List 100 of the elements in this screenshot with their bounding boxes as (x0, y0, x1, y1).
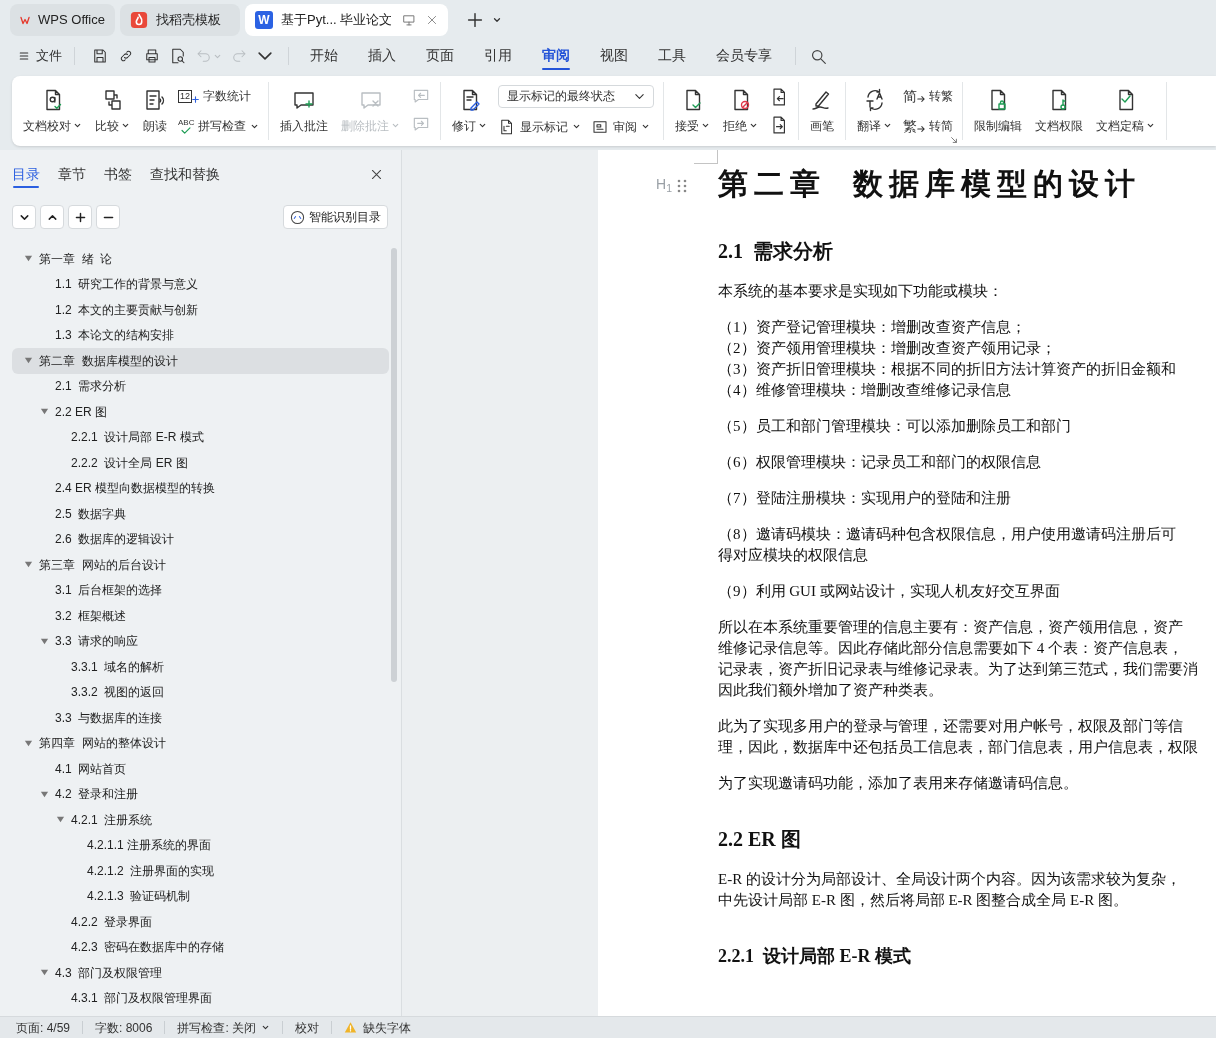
outline-item[interactable]: 第四章 网站的整体设计 (12, 730, 389, 756)
ribbon-button[interactable]: 限制编辑 (972, 87, 1025, 135)
ribbon-button[interactable]: 朗读 (141, 87, 169, 135)
outline-item[interactable]: 3.3.1 域名的解析 (12, 654, 389, 680)
redo-icon (230, 47, 248, 65)
monitor-icon[interactable] (402, 13, 416, 27)
expand-triangle-icon[interactable] (40, 789, 49, 799)
outline-item[interactable]: 3.3 与数据库的连接 (12, 705, 389, 731)
menu-tab[interactable]: 开始 (295, 40, 353, 72)
ribbon-button[interactable]: 画笔 (808, 87, 837, 135)
close-icon[interactable] (370, 167, 383, 181)
outline-item[interactable]: 1.3 本论文的结构安排 (12, 322, 389, 348)
pane-tab[interactable]: 查找和替换 (150, 160, 220, 188)
toolbar-button[interactable] (91, 47, 109, 65)
window-tab[interactable]: W 基于Pyt... 毕业论文 (245, 4, 448, 36)
ribbon-button[interactable]: 文档权限 (1033, 87, 1086, 135)
outline-item[interactable]: 4.2.3 密码在数据库中的存储 (12, 934, 389, 960)
expand-triangle-icon[interactable] (24, 356, 33, 366)
outline-item[interactable]: 2.6 数据库的逻辑设计 (12, 526, 389, 552)
ribbon-button[interactable]: 修订 (450, 87, 490, 135)
outline-item[interactable]: 4.2.2 登录界面 (12, 909, 389, 935)
menu-tab[interactable]: 工具 (643, 40, 701, 72)
outline-item[interactable]: 1.2 本文的主要贡献与创新 (12, 297, 389, 323)
outline-item[interactable]: 1.1 研究工作的背景与意义 (12, 271, 389, 297)
toolbar-button[interactable] (256, 51, 274, 61)
plus-icon[interactable] (467, 12, 483, 28)
outline-item[interactable]: 4.2.1 注册系统 (12, 807, 389, 833)
toolbar-button[interactable] (143, 47, 161, 65)
chapter-title: 第二章 数据库模型的设计 (718, 166, 1141, 202)
outline-item[interactable]: 4.3 部门及权限管理 (12, 960, 389, 986)
menu-tab[interactable]: 视图 (585, 40, 643, 72)
outline-item[interactable]: 3.2 框架概述 (12, 603, 389, 629)
outline-item[interactable]: 2.4 ER 模型向数据模型的转换 (12, 475, 389, 501)
launcher-icon[interactable] (950, 136, 959, 144)
paragraph-line: E-R 的设计分为局部设计、全局设计两个内容。因为该需求较为复杂， (718, 870, 1181, 889)
paragraph-line: （3）资产折旧管理模块：根据不同的折旧方法计算资产的折旧金额和 (718, 360, 1176, 379)
outline-item[interactable]: 2.2 ER 图 (12, 399, 389, 425)
outline-item[interactable]: 第二章 数据库模型的设计 (12, 348, 389, 374)
ribbon-button[interactable]: 接受 (673, 87, 713, 135)
window-tab[interactable]: 找稻壳模板 (120, 4, 240, 36)
outline-item[interactable]: 第三章 网站的后台设计 (12, 552, 389, 578)
outline-item[interactable]: 2.2.1 设计局部 E-R 模式 (12, 424, 389, 450)
expand-triangle-icon[interactable] (40, 407, 49, 417)
add-button[interactable] (68, 205, 92, 229)
outline-item[interactable]: 2.5 数据字典 (12, 501, 389, 527)
markup-dropdown[interactable]: 显示标记的最终状态 (498, 84, 655, 108)
menu-tab[interactable]: 页面 (411, 40, 469, 72)
ribbon-button[interactable]: 翻译 (855, 87, 895, 135)
outline-item[interactable]: 3.3.2 视图的返回 (12, 679, 389, 705)
window-tab[interactable]: WPS Office (10, 4, 115, 36)
ribbon-button[interactable]: ABC 拼写检查 (178, 115, 260, 137)
expand-button[interactable] (40, 205, 64, 229)
outline-item[interactable]: 2.2.2 设计全局 ER 图 (12, 450, 389, 476)
app-icon: W (255, 11, 273, 29)
smart-toc-button[interactable]: 智能识别目录 (283, 205, 388, 229)
menu-tab[interactable]: 审阅 (527, 40, 585, 72)
menu-tab[interactable]: 插入 (353, 40, 411, 72)
chevron-down-icon[interactable] (492, 15, 502, 25)
ribbon-button[interactable]: 繁 转简 (903, 115, 954, 137)
caret-icon (641, 122, 651, 131)
menu-icon (18, 50, 30, 62)
expand-triangle-icon[interactable] (56, 815, 65, 825)
ribbon-button[interactable]: 审阅 (591, 115, 651, 138)
file-menu[interactable]: 文件 (18, 46, 62, 66)
expand-triangle-icon[interactable] (24, 254, 33, 264)
collapse-button[interactable] (12, 205, 36, 229)
expand-triangle-icon[interactable] (24, 560, 33, 570)
ribbon-button[interactable]: 比较 (93, 87, 132, 135)
menu-tab[interactable]: 会员专享 (701, 40, 787, 72)
outline-item[interactable]: 4.2.1.1 注册系统的界面 (12, 832, 389, 858)
ribbon-button[interactable]: 简 转繁 (903, 85, 954, 107)
ribbon-button[interactable]: 插入批注 (278, 87, 331, 135)
ribbon-button[interactable]: 拒绝 (721, 87, 761, 135)
outline-item[interactable]: 3.1 后台框架的选择 (12, 577, 389, 603)
pane-tab[interactable]: 章节 (58, 160, 86, 188)
ribbon-button[interactable]: 文档校对 (21, 87, 84, 135)
outline-item[interactable]: 第一章 绪 论 (12, 246, 389, 272)
menu-tab[interactable]: 引用 (469, 40, 527, 72)
ribbon-button[interactable]: 文档定稿 (1094, 87, 1158, 135)
spell-check-dropdown[interactable]: 拼写检查: 关闭 (177, 1018, 271, 1037)
outline-item[interactable]: 4.1 网站首页 (12, 756, 389, 782)
pane-tab[interactable]: 书签 (104, 160, 132, 188)
check-icon (181, 126, 192, 134)
outline-item[interactable]: 4.2 登录和注册 (12, 781, 389, 807)
search-icon[interactable] (810, 47, 827, 65)
outline-item[interactable]: 4.3.1 部门及权限管理界面 (12, 985, 389, 1011)
ribbon-button[interactable]: 显示标记 (498, 115, 582, 138)
outline-item[interactable]: 3.3 请求的响应 (12, 628, 389, 654)
toolbar-button[interactable] (169, 47, 187, 65)
outline-item[interactable]: 4.2.1.3 验证码机制 (12, 883, 389, 909)
expand-triangle-icon[interactable] (24, 738, 33, 748)
scrollbar[interactable] (391, 248, 397, 682)
outline-item[interactable]: 2.1 需求分析 (12, 373, 389, 399)
drag-handle-icon[interactable] (676, 178, 688, 194)
outline-item[interactable]: 4.2.1.2 注册界面的实现 (12, 858, 389, 884)
close-icon[interactable] (426, 14, 438, 26)
ribbon-button[interactable]: 12 字数统计 (178, 85, 251, 107)
expand-triangle-icon[interactable] (40, 636, 49, 646)
expand-triangle-icon[interactable] (40, 968, 49, 978)
pane-tab[interactable]: 目录 (12, 160, 40, 188)
